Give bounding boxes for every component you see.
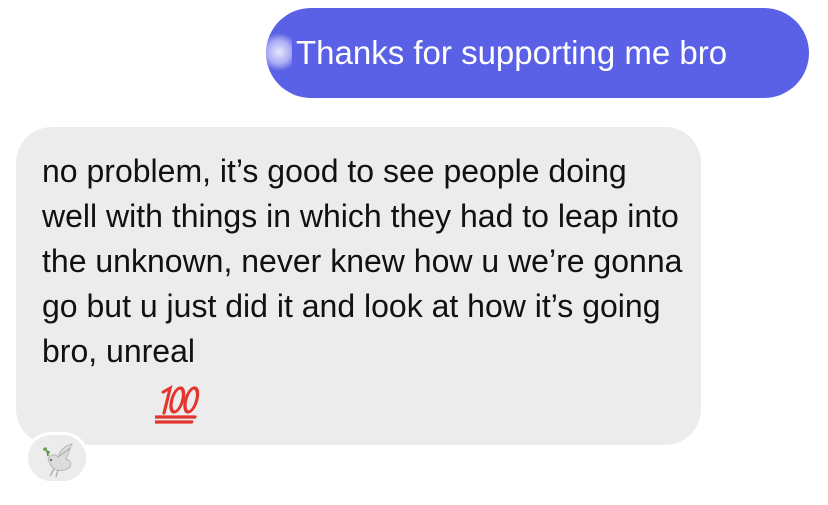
received-message-bubble[interactable]: no problem, it’s good to see people doin… [16,127,701,445]
dove-icon [43,443,73,478]
hundred-points-icon [155,385,200,424]
sent-message-text: Thanks for supporting me bro [296,34,728,71]
chat-screen: { "messages": { "sent": { "text": "Thank… [0,0,828,505]
redaction-smudge [266,30,292,74]
sent-message-bubble[interactable]: Thanks for supporting me bro [266,8,809,98]
received-message-text: no problem, it’s good to see people doin… [42,153,683,369]
dove-reaction[interactable] [25,432,89,484]
